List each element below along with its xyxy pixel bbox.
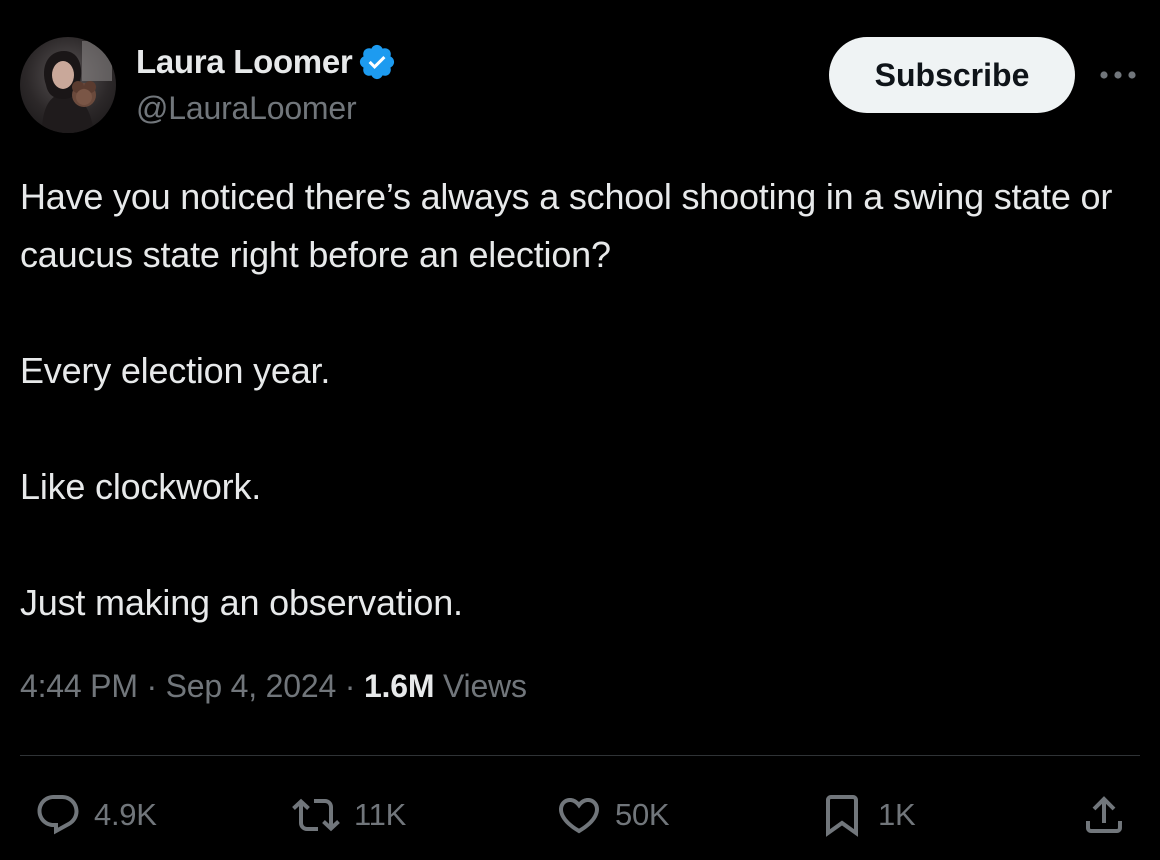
tweet-paragraph: Just making an observation. [20,582,463,623]
like-button[interactable]: 50K [555,790,670,840]
like-count: 50K [615,797,670,832]
bookmark-count: 1K [878,797,916,832]
tweet-text: Have you noticed there’s always a school… [20,168,1145,632]
meta-separator: · [344,668,356,704]
tweet-meta: 4:44 PM · Sep 4, 2024 · 1.6M Views [20,668,527,705]
verified-badge-icon[interactable] [357,42,397,82]
reply-button[interactable]: 4.9K [34,790,157,840]
reply-count: 4.9K [94,797,157,832]
share-icon [1086,796,1122,833]
views-label: Views [442,668,527,704]
share-button[interactable] [1080,790,1128,840]
repost-count: 11K [354,797,406,832]
repost-button[interactable]: 11K [290,790,406,840]
author-handle[interactable]: @LauraLoomer [136,90,357,127]
views-count: 1.6M [363,668,435,704]
avatar[interactable] [20,37,116,133]
subscribe-button[interactable]: Subscribe [829,37,1075,113]
author-display-name[interactable]: Laura Loomer [136,43,353,81]
tweet-date[interactable]: Sep 4, 2024 [166,668,337,704]
tweet-paragraph: Like clockwork. [20,466,262,507]
meta-separator: · [146,668,157,704]
repost-icon [292,798,340,832]
bookmark-button[interactable]: 1K [818,790,916,840]
tweet-time[interactable]: 4:44 PM [20,668,138,704]
reply-icon [37,795,79,835]
bookmark-icon [826,795,858,837]
author-name-row: Laura Loomer [136,40,397,84]
divider [20,755,1140,756]
heart-icon [558,798,600,834]
tweet-paragraph: Have you noticed there’s always a school… [20,176,1113,275]
more-horizontal-icon[interactable] [1098,60,1138,90]
tweet-paragraph: Every election year. [20,350,331,391]
